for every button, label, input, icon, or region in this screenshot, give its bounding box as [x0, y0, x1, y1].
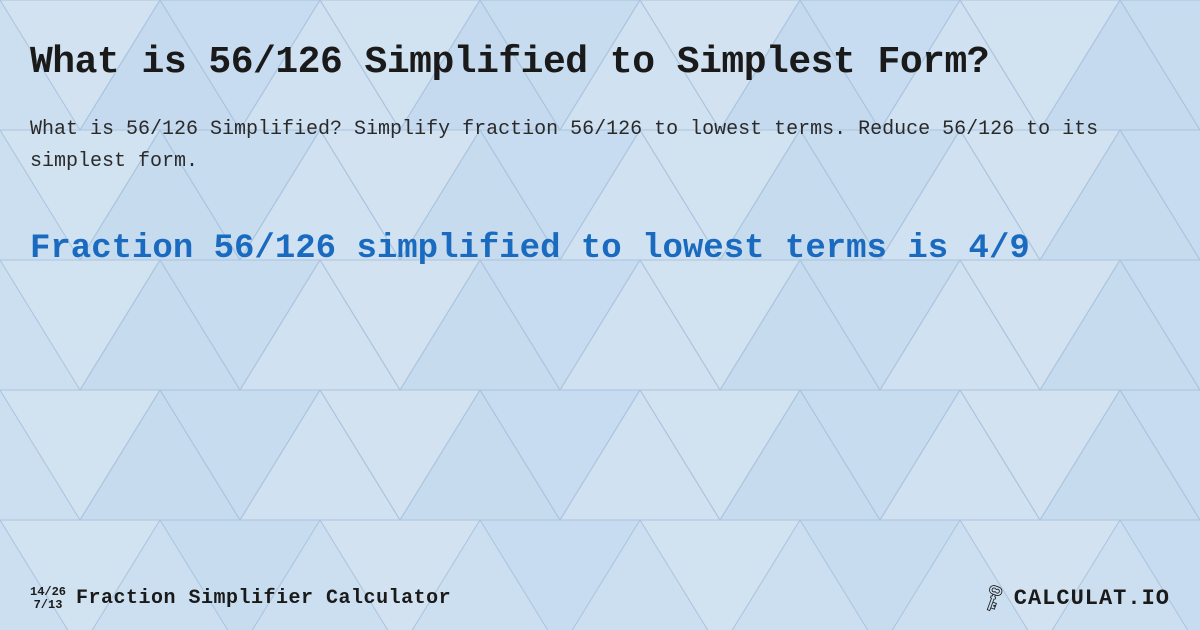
- brand-label: Fraction Simplifier Calculator: [76, 587, 451, 610]
- result-heading: Fraction 56/126 simplified to lowest ter…: [30, 228, 1170, 271]
- footer-right: 🗝 CALCULAT.IO: [980, 586, 1170, 612]
- page-description: What is 56/126 Simplified? Simplify frac…: [30, 114, 1170, 178]
- key-icon: 🗝: [975, 581, 1012, 617]
- fraction-display: 14/26 7/13: [30, 586, 66, 612]
- result-section: Fraction 56/126 simplified to lowest ter…: [30, 228, 1170, 271]
- fraction-top: 14/26: [30, 586, 66, 599]
- fraction-bottom: 7/13: [34, 599, 63, 612]
- footer: 14/26 7/13 Fraction Simplifier Calculato…: [30, 586, 1170, 612]
- footer-left: 14/26 7/13 Fraction Simplifier Calculato…: [30, 586, 451, 612]
- page-title: What is 56/126 Simplified to Simplest Fo…: [30, 40, 1170, 86]
- calcit-logo: CALCULAT.IO: [1014, 586, 1170, 611]
